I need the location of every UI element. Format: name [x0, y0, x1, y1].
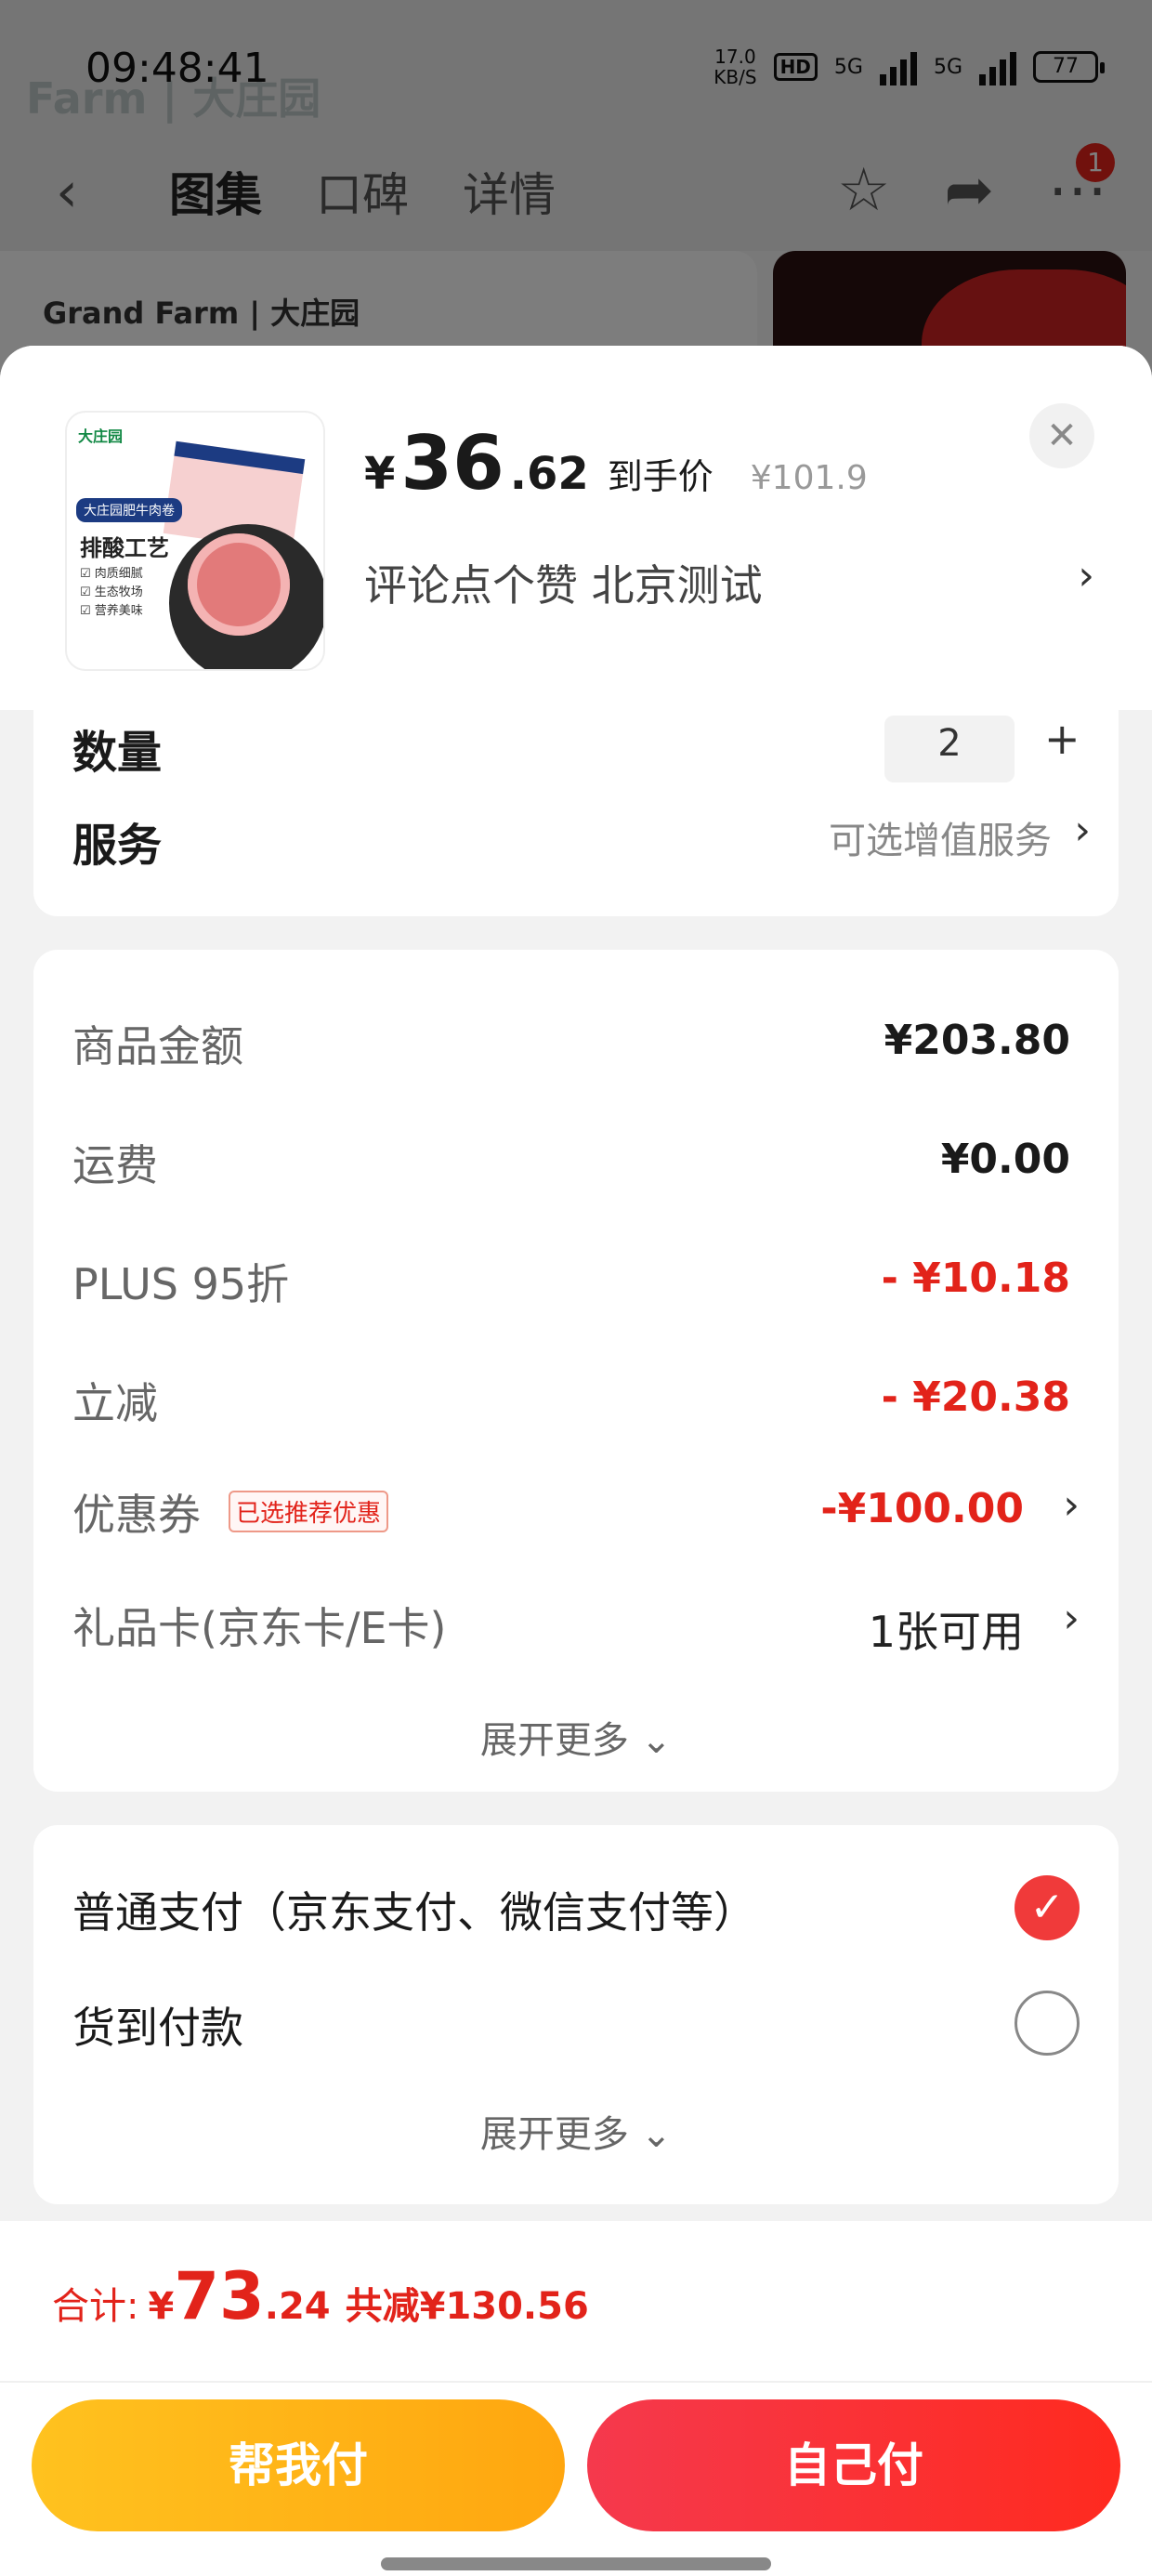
product-image: 大庄园 大庄园肥牛肉卷 排酸工艺 ☑ 肉质细腻 ☑ 生态牧场 ☑ 营养美味	[65, 411, 325, 671]
image-title: 排酸工艺	[80, 535, 169, 561]
original-price: ¥101.9	[750, 459, 868, 497]
payment-card: 普通支付（京东支付、微信支付等） ✓ 货到付款 展开更多 ⌄	[33, 1825, 1119, 2204]
quantity-stepper[interactable]: 2	[884, 716, 1015, 782]
image-meat	[188, 533, 290, 636]
service-label: 服务	[72, 820, 163, 872]
coupon-badge: 已选推荐优惠	[229, 1491, 389, 1532]
home-indicator[interactable]	[381, 2557, 771, 2570]
background-page: Farm | 大庄园 09:48:41 17.0 KB/S HD 5G 5G 7…	[0, 0, 1152, 437]
expand-more-payment[interactable]: 展开更多 ⌄	[33, 2104, 1119, 2158]
expand-more-fees[interactable]: 展开更多 ⌄	[33, 1710, 1119, 1764]
total-symbol: ¥	[148, 2285, 175, 2328]
fee-row-instant-discount: 立减 - ¥20.38	[72, 1373, 1070, 1428]
total-decimal: .24	[264, 2285, 331, 2328]
fee-row-plus-discount: PLUS 95折 - ¥10.18	[72, 1255, 1070, 1309]
price-integer: 36	[400, 420, 504, 506]
price-symbol: ¥	[364, 448, 396, 500]
product-header: 大庄园 大庄园肥牛肉卷 排酸工艺 ☑ 肉质细腻 ☑ 生态牧场 ☑ 营养美味 ¥ …	[0, 346, 1152, 710]
quantity-label: 数量	[72, 727, 163, 779]
fee-row-coupon[interactable]: 优惠券 已选推荐优惠 -¥100.00 ›	[72, 1481, 1080, 1556]
total-saved: 共减¥130.56	[345, 2285, 589, 2328]
price-line: ¥ 36 .62 到手价 ¥101.9	[364, 420, 868, 506]
checkout-footer: 合计: ¥ 73 .24 共减¥130.56 帮我付 自己付	[0, 2221, 1152, 2576]
total-integer: 73	[174, 2258, 265, 2334]
chevron-right-icon[interactable]: ›	[1063, 1481, 1080, 1529]
fee-row-gift-card[interactable]: 礼品卡(京东卡/E卡) 1张可用 ›	[72, 1595, 1080, 1669]
chevron-right-icon[interactable]: ›	[1063, 1595, 1080, 1642]
fee-card: 商品金额 ¥203.80 运费 ¥0.00 PLUS 95折 - ¥10.18 …	[33, 950, 1119, 1792]
self-pay-button[interactable]: 自己付	[587, 2399, 1120, 2531]
dim-overlay	[0, 0, 1152, 390]
image-tag: 大庄园肥牛肉卷	[76, 498, 182, 522]
image-brand: 大庄园	[78, 427, 124, 445]
quantity-plus-button[interactable]: +	[1044, 714, 1080, 764]
check-icon[interactable]: ✓	[1015, 1875, 1080, 1940]
order-sheet: 大庄园 大庄园肥牛肉卷 排酸工艺 ☑ 肉质细腻 ☑ 生态牧场 ☑ 营养美味 ¥ …	[0, 346, 1152, 2576]
payment-option-normal[interactable]: 普通支付（京东支付、微信支付等）	[72, 1879, 756, 1940]
chevron-right-icon[interactable]: ›	[1078, 552, 1094, 599]
service-value[interactable]: 可选增值服务	[829, 810, 1052, 864]
payment-option-cod[interactable]: 货到付款	[72, 1994, 243, 2056]
radio-unchecked-icon[interactable]	[1015, 1991, 1080, 2056]
price-decimal: .62	[509, 448, 589, 500]
price-tag: 到手价	[607, 456, 713, 497]
fee-row-goods: 商品金额 ¥203.80	[72, 1017, 1070, 1071]
footer-divider	[0, 2381, 1152, 2383]
product-spec[interactable]: 评论点个赞 北京测试	[364, 552, 763, 613]
help-pay-button[interactable]: 帮我付	[32, 2399, 565, 2531]
fee-row-shipping: 运费 ¥0.00	[72, 1136, 1070, 1190]
chevron-right-icon[interactable]: ›	[1074, 807, 1091, 854]
image-features: ☑ 肉质细腻 ☑ 生态牧场 ☑ 营养美味	[80, 567, 143, 618]
total-label: 合计:	[52, 2285, 139, 2328]
total-line: 合计: ¥ 73 .24 共减¥130.56	[52, 2258, 589, 2334]
close-icon[interactable]: ✕	[1029, 403, 1094, 468]
